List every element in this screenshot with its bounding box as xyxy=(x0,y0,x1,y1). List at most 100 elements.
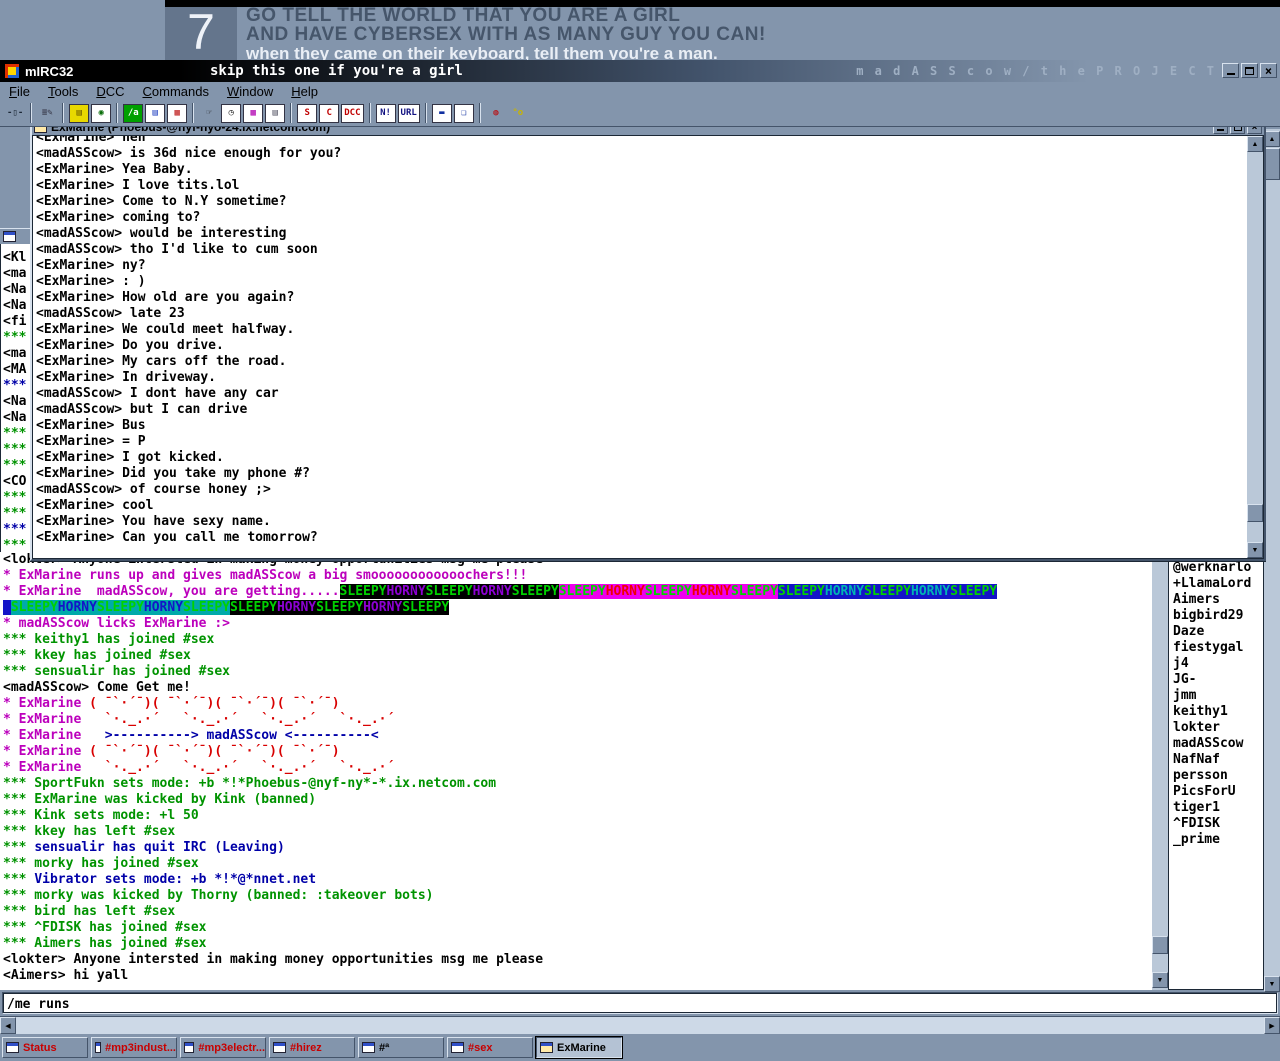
taskbar-button-mp3electr[interactable]: #mp3electr... xyxy=(180,1037,266,1058)
nick-item[interactable]: _prime xyxy=(1173,832,1263,848)
aliases-icon[interactable]: /a xyxy=(123,104,143,123)
sex-fragment-line: <CO xyxy=(3,474,30,490)
child-close-button[interactable]: × xyxy=(1247,127,1262,134)
notepad-icon[interactable]: ▤ xyxy=(265,104,285,123)
nick-item[interactable]: JG- xyxy=(1173,672,1263,688)
sex-chat-line: *** morky was kicked by Thorny (banned: … xyxy=(3,888,1152,904)
window-titlebar[interactable]: mIRC32 skip this one if you're a girl m … xyxy=(0,60,1280,82)
scrollbar-thumb[interactable] xyxy=(1247,504,1263,522)
nick-item[interactable]: ^FDISK xyxy=(1173,816,1263,832)
cascade-icon[interactable]: ▬ xyxy=(432,104,452,123)
exmarine-chat-line: <ExMarine> coming to? xyxy=(36,210,1263,226)
menu-window[interactable]: Window xyxy=(218,84,282,99)
dcc-options-icon[interactable]: DCC xyxy=(341,104,363,123)
sex-fragment-line: <ma xyxy=(3,266,30,282)
menu-commands[interactable]: Commands xyxy=(134,84,218,99)
scroll-down-icon[interactable]: ▼ xyxy=(1247,542,1263,558)
servers-icon[interactable]: ◉ xyxy=(91,104,111,123)
toolbar-separator xyxy=(369,103,371,123)
sex-chat-line: *** sensualir has quit IRC (Leaving) xyxy=(3,840,1152,856)
child-maximize-button[interactable] xyxy=(1230,127,1245,134)
nick-item[interactable]: lokter xyxy=(1173,720,1263,736)
nick-item[interactable]: madASScow xyxy=(1173,736,1263,752)
colors-icon[interactable]: ▦ xyxy=(243,104,263,123)
taskbar-button-status[interactable]: Status xyxy=(2,1037,88,1058)
taskbar-button-exmarine[interactable]: ExMarine xyxy=(536,1037,622,1058)
nick-item[interactable]: tiger1 xyxy=(1173,800,1263,816)
help-icon[interactable]: ◍ xyxy=(486,104,506,123)
nick-item[interactable]: PicsForU xyxy=(1173,784,1263,800)
minimize-button[interactable] xyxy=(1222,63,1239,78)
switchbar-scrollbar[interactable]: ◀ ▶ xyxy=(0,1016,1280,1034)
script-c-icon[interactable]: C xyxy=(319,104,339,123)
window-button-icon xyxy=(362,1042,375,1053)
close-button[interactable]: × xyxy=(1260,63,1277,78)
sex-chat-line: <Aimers> hi yall xyxy=(3,968,1152,984)
nick-item[interactable]: NafNaf xyxy=(1173,752,1263,768)
window-button-label: #hirez xyxy=(290,1042,322,1054)
popups-icon[interactable]: ▤ xyxy=(145,104,165,123)
restore-icon xyxy=(1245,67,1254,75)
script-s-icon[interactable]: S xyxy=(297,104,317,123)
nick-item[interactable]: bigbird29 xyxy=(1173,608,1263,624)
chat-input[interactable] xyxy=(2,992,1278,1014)
nick-item[interactable]: jmm xyxy=(1173,688,1263,704)
background-window-scrollbar[interactable]: ▲ ▼ xyxy=(1264,129,1280,992)
exmarine-chat-lines: <ExMarine> heh<madASScow> is 36d nice en… xyxy=(36,135,1263,546)
window-button-icon xyxy=(184,1042,194,1053)
juggle-icon[interactable]: °o xyxy=(508,104,528,123)
nick-item[interactable]: @werknarlo xyxy=(1173,560,1263,576)
restore-button[interactable] xyxy=(1241,63,1258,78)
notify-icon[interactable]: N! xyxy=(376,104,396,123)
menu-file[interactable]: File xyxy=(0,84,39,99)
sex-window-title-fragment[interactable] xyxy=(0,228,30,244)
child-minimize-button[interactable] xyxy=(1213,127,1228,134)
titlebar-watermark: m a d A S S c o w / t h e P R O J E C T xyxy=(856,64,1216,78)
nick-item[interactable]: keithy1 xyxy=(1173,704,1263,720)
taskbar-button-[interactable]: #ª xyxy=(358,1037,444,1058)
toolbar-separator xyxy=(425,103,427,123)
taskbar-button-sex[interactable]: #sex xyxy=(447,1037,533,1058)
nick-item[interactable]: +LlamaLord xyxy=(1173,576,1263,592)
sex-scrollbar[interactable]: ▼ xyxy=(1152,552,1168,990)
sex-chat-line: *** Vibrator sets mode: +b *!*@*nnet.net xyxy=(3,872,1152,888)
scroll-up-icon[interactable]: ▲ xyxy=(1247,136,1263,152)
scrollbar-thumb[interactable] xyxy=(1152,936,1168,954)
finger-icon[interactable]: ☞ xyxy=(199,104,219,123)
scroll-up-icon[interactable]: ▲ xyxy=(1264,131,1280,147)
nick-item[interactable]: j4 xyxy=(1173,656,1263,672)
address-book-icon[interactable]: ▤ xyxy=(69,104,89,123)
sex-chat-line: <madASScow> Come Get me! xyxy=(3,680,1152,696)
scroll-left-icon[interactable]: ◀ xyxy=(0,1017,16,1034)
scroll-right-icon[interactable]: ▶ xyxy=(1264,1017,1280,1034)
tile-icon[interactable]: ❏ xyxy=(454,104,474,123)
exmarine-window[interactable]: ExMarine (Phoebus-@nyf-nyo-24.ix.netcom.… xyxy=(30,127,1266,561)
taskbar-button-mp3indust[interactable]: #mp3indust... xyxy=(91,1037,177,1058)
menu-help[interactable]: Help xyxy=(282,84,327,99)
nick-item[interactable]: fiestygal xyxy=(1173,640,1263,656)
toolbar-separator xyxy=(479,103,481,123)
nick-item[interactable]: persson xyxy=(1173,768,1263,784)
menu-dcc[interactable]: DCC xyxy=(87,84,133,99)
sex-chat-line: *** kkey has left #sex xyxy=(3,824,1152,840)
options-icon[interactable]: ≡✎ xyxy=(37,104,57,123)
nick-item[interactable]: Aimers xyxy=(1173,592,1263,608)
window-button-icon xyxy=(95,1042,101,1053)
menu-tools[interactable]: Tools xyxy=(39,84,87,99)
taskbar-button-hirez[interactable]: #hirez xyxy=(269,1037,355,1058)
users-icon[interactable]: ▦ xyxy=(167,104,187,123)
exmarine-scrollbar[interactable]: ▲ ▼ xyxy=(1247,136,1263,558)
url-list-icon[interactable]: URL xyxy=(398,104,420,123)
exmarine-titlebar[interactable]: ExMarine (Phoebus-@nyf-nyo-24.ix.netcom.… xyxy=(32,127,1264,135)
nick-item[interactable]: Daze xyxy=(1173,624,1263,640)
toolbar-separator xyxy=(62,103,64,123)
timer-icon[interactable]: ◷ xyxy=(221,104,241,123)
exmarine-chat-line: <ExMarine> I love tits.lol xyxy=(36,178,1263,194)
sex-chat-line: *** ^FDISK has joined #sex xyxy=(3,920,1152,936)
exmarine-chat-line: <ExMarine> heh xyxy=(36,135,1263,146)
scroll-down-icon[interactable]: ▼ xyxy=(1152,972,1168,988)
exmarine-chat-line: <madASScow> would be interesting xyxy=(36,226,1263,242)
scrollbar-thumb[interactable] xyxy=(1264,148,1280,180)
connect-icon[interactable]: -▯- xyxy=(5,104,25,123)
scroll-down-icon[interactable]: ▼ xyxy=(1264,976,1280,992)
